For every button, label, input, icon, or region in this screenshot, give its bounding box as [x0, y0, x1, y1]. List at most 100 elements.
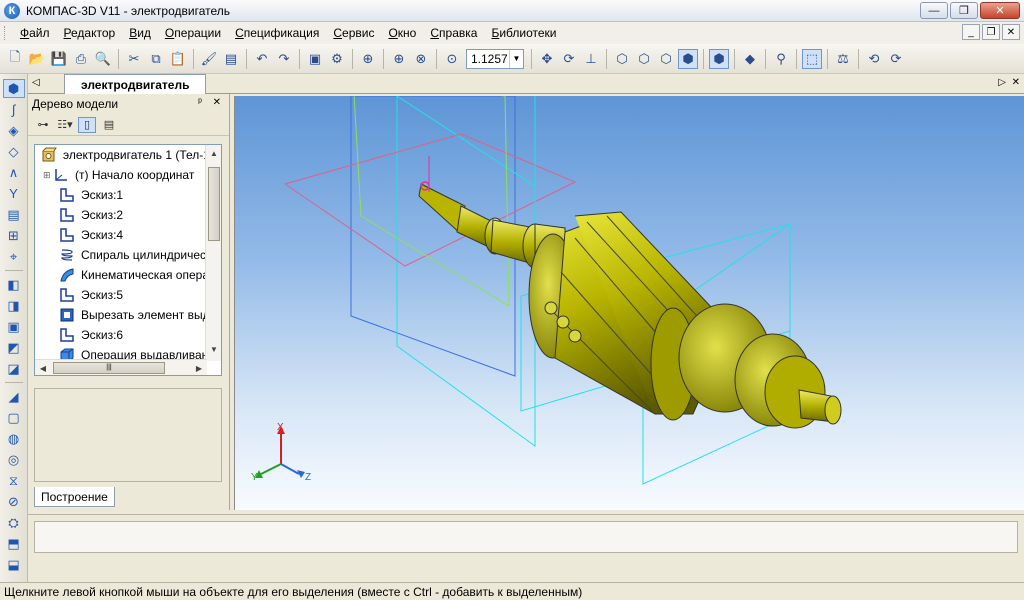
manager-icon[interactable]: ▣ [305, 49, 325, 69]
scroll-thumb[interactable]: ||| [53, 362, 165, 374]
insert-component-icon[interactable]: ⬒ [3, 534, 25, 553]
tree-item[interactable]: электродвигатель 1 (Тел-1 [35, 145, 207, 165]
close-button[interactable]: ✕ [980, 2, 1020, 19]
tab-scroll-left-icon[interactable]: ◁ [32, 77, 40, 88]
copy-icon[interactable]: ⧉ [146, 49, 166, 69]
redo-icon[interactable]: ↷ [274, 49, 294, 69]
tree-filter-icon[interactable]: ☷▾ [56, 117, 74, 133]
specification-icon[interactable]: ▤ [3, 205, 25, 224]
pattern-tool-icon[interactable]: ◎ [3, 450, 25, 469]
filter-icon[interactable]: ⚲ [771, 49, 791, 69]
tab-build[interactable]: Построение [34, 487, 115, 507]
measure-icon[interactable]: ⚖ [833, 49, 853, 69]
thin-lines-icon[interactable]: ⬡ [656, 49, 676, 69]
arrays-icon[interactable]: ◇ [3, 142, 25, 161]
undo-icon[interactable]: ↶ [252, 49, 272, 69]
new-file-icon[interactable]: 🗋 [5, 49, 25, 69]
menu-libraries[interactable]: Библиотеки [484, 26, 563, 40]
shaded-icon[interactable]: ⬢ [678, 48, 698, 69]
hidden-lines-icon[interactable]: ⬡ [634, 49, 654, 69]
zoom-input[interactable]: 1.1257 ▼ [466, 48, 524, 69]
tree-structure-icon[interactable]: ⊶ [34, 117, 52, 133]
loft-tool-icon[interactable]: ◩ [3, 338, 25, 357]
perspective-icon[interactable]: ◆ [740, 49, 760, 69]
edit-details-icon[interactable]: ⬢ [2, 79, 25, 98]
expand-icon[interactable]: ⊞ [43, 170, 53, 181]
assembly-tool-icon[interactable]: ⛭ [3, 513, 25, 532]
properties-icon[interactable]: ▤ [221, 49, 241, 69]
tree-horizontal-scrollbar[interactable]: ◀ ||| ▶ [35, 359, 207, 375]
select-model-icon[interactable]: ⬚ [802, 48, 822, 69]
save-icon[interactable]: 💾 [49, 49, 69, 69]
doc-close-button[interactable]: ✕ [1002, 24, 1020, 40]
rebuild-icon[interactable]: ⟲ [864, 49, 884, 69]
dimensions-icon[interactable]: ⊞ [3, 226, 25, 245]
panel-pin-close-icon[interactable]: ᵖ ✕ [198, 97, 225, 108]
minimize-button[interactable]: — [920, 2, 948, 19]
cut-icon[interactable]: ✂ [124, 49, 144, 69]
open-file-icon[interactable]: 📂 [27, 49, 47, 69]
tab-scroll-right-icon[interactable]: ▷ [998, 77, 1006, 88]
tree-item[interactable]: Операция выдавливания [35, 345, 207, 359]
scroll-left-icon[interactable]: ◀ [35, 360, 51, 375]
scroll-thumb[interactable] [208, 167, 220, 241]
extrude-tool-icon[interactable]: ◧ [3, 275, 25, 294]
tree-item[interactable]: Эскиз:4 [35, 225, 207, 245]
spatial-curves-icon[interactable]: ∫ [3, 100, 25, 119]
chevron-down-icon[interactable]: ▼ [509, 49, 523, 68]
menu-editor[interactable]: Редактор [57, 26, 123, 40]
doc-minimize-button[interactable]: _ [962, 24, 980, 40]
menu-help[interactable]: Справка [423, 26, 484, 40]
library-manager-icon[interactable]: ⚙ [327, 49, 347, 69]
shell-tool-icon[interactable]: ▢ [3, 408, 25, 427]
scroll-right-icon[interactable]: ▶ [191, 360, 207, 375]
tree-view-icon[interactable]: ▯ [78, 116, 96, 133]
zoom-in-icon[interactable]: ⊕ [389, 49, 409, 69]
wireframe-icon[interactable]: ⬡ [612, 49, 632, 69]
mate-tool-icon[interactable]: ⬓ [3, 555, 25, 574]
menu-operations[interactable]: Операции [158, 26, 228, 40]
model-viewport[interactable]: X Y Z [234, 96, 1024, 510]
menu-service[interactable]: Сервис [326, 26, 381, 40]
tree-item[interactable]: Эскиз:6 [35, 325, 207, 345]
paste-icon[interactable]: 📋 [168, 49, 188, 69]
tree-item[interactable]: Вырезать элемент выдавливания [35, 305, 207, 325]
refresh-icon[interactable]: ⟳ [886, 49, 906, 69]
menu-window[interactable]: Окно [381, 26, 423, 40]
rotate-icon[interactable]: ⟳ [559, 49, 579, 69]
aux-geometry-icon[interactable]: ∧ [3, 163, 25, 182]
scroll-up-icon[interactable]: ▲ [206, 145, 221, 161]
zoom-scale-icon[interactable]: ⊙ [442, 49, 462, 69]
zoom-window-icon[interactable]: ⊕ [358, 49, 378, 69]
menu-file[interactable]: Файл [13, 26, 57, 40]
hole-tool-icon[interactable]: ◍ [3, 429, 25, 448]
tree-item[interactable]: Эскиз:2 [35, 205, 207, 225]
tree-list-icon[interactable]: ▤ [100, 117, 118, 133]
tree-item[interactable]: Спираль цилиндрическая [35, 245, 207, 265]
orientation-icon[interactable]: ⊥ [581, 49, 601, 69]
selection-icon[interactable]: ⌖ [3, 247, 25, 266]
tab-close-icon[interactable]: ✕ [1012, 77, 1020, 88]
revolve-tool-icon[interactable]: ◨ [3, 296, 25, 315]
format-brush-icon[interactable]: 🖌 [199, 49, 219, 69]
shaded-edges-icon[interactable]: ⬢ [709, 48, 729, 69]
menu-specification[interactable]: Спецификация [228, 26, 326, 40]
preview-icon[interactable]: 🔍 [93, 49, 113, 69]
menu-view[interactable]: Вид [122, 26, 158, 40]
tree-item[interactable]: Кинематическая операция [35, 265, 207, 285]
maximize-button[interactable]: ❐ [950, 2, 978, 19]
surfaces-icon[interactable]: ◈ [3, 121, 25, 140]
doc-restore-button[interactable]: ❐ [982, 24, 1000, 40]
tree-vertical-scrollbar[interactable]: ▲ ▼ [205, 145, 221, 361]
zoom-fit-icon[interactable]: ⊗ [411, 49, 431, 69]
tree-item[interactable]: Эскиз:5 [35, 285, 207, 305]
section-tool-icon[interactable]: ⊘ [3, 492, 25, 511]
mirror-tool-icon[interactable]: ⧖ [3, 471, 25, 490]
pan-icon[interactable]: ✥ [537, 49, 557, 69]
document-tab[interactable]: электродвигатель [64, 74, 207, 94]
fillet-tool-icon[interactable]: ◢ [3, 387, 25, 406]
print-icon[interactable]: ⎙ [71, 49, 91, 69]
scroll-down-icon[interactable]: ▼ [206, 341, 221, 357]
sweep-tool-icon[interactable]: ▣ [3, 317, 25, 336]
tree-item[interactable]: ⊞ (т) Начало координат [35, 165, 207, 185]
